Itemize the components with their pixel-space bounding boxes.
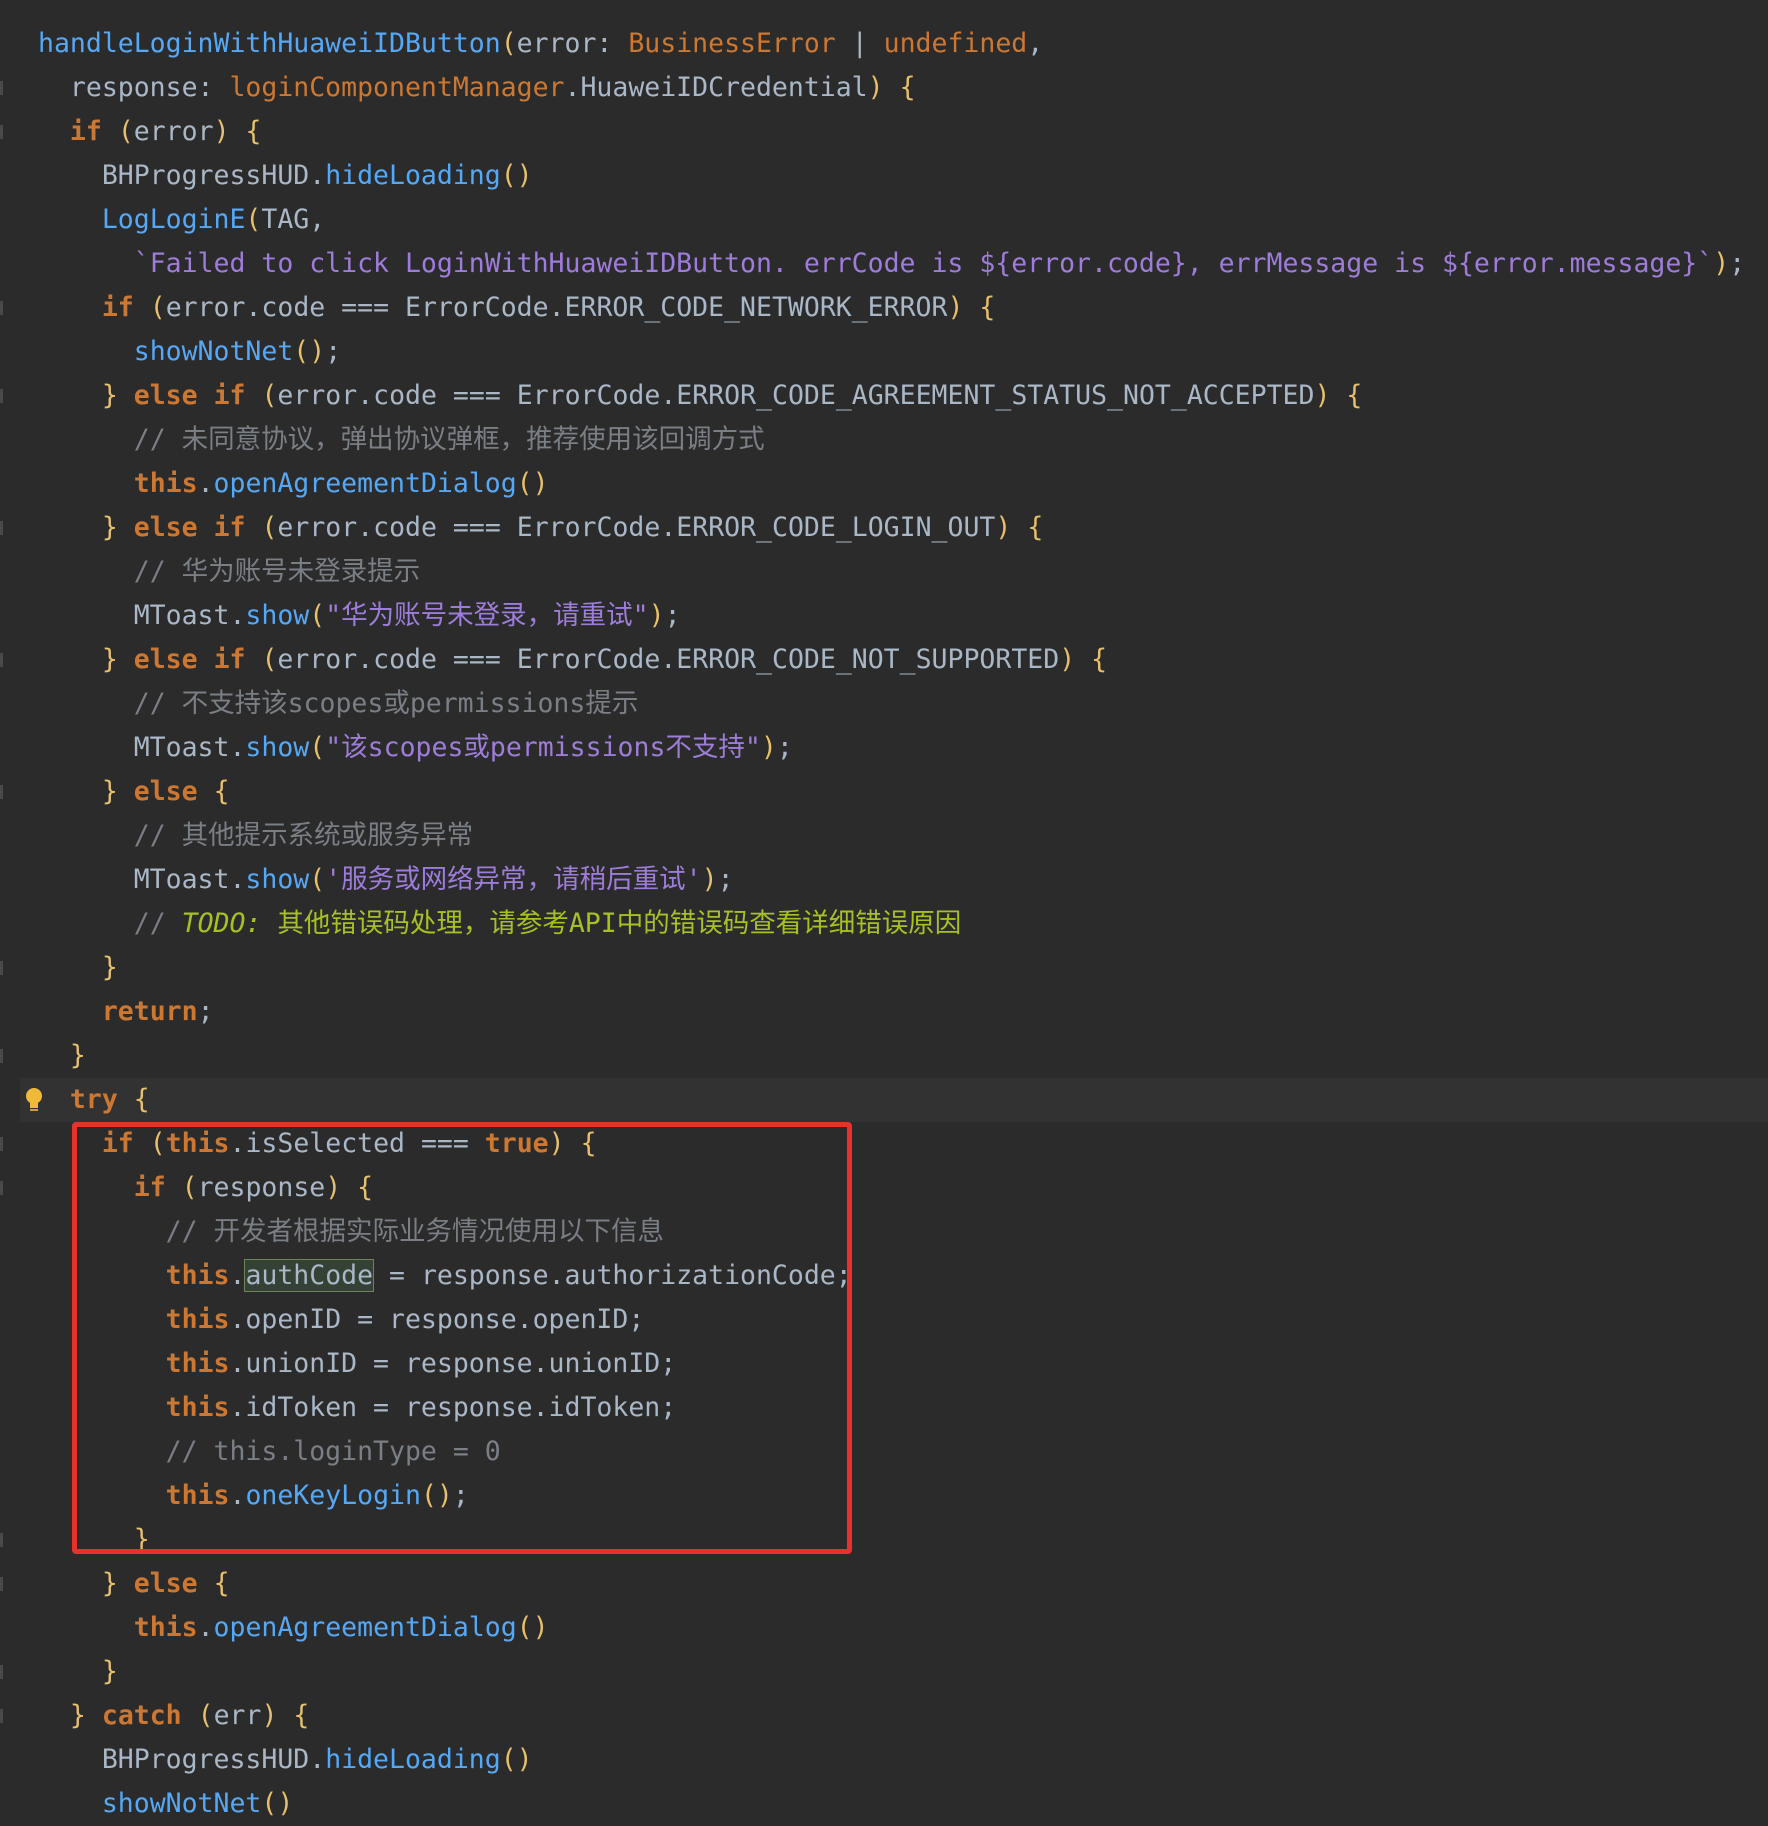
- code-line[interactable]: // 华为账号未登录提示: [38, 550, 1745, 594]
- code-line[interactable]: // 其他提示系统或服务异常: [38, 814, 1745, 858]
- code-line[interactable]: }: [38, 1034, 1745, 1078]
- fold-marker[interactable]: [0, 1181, 3, 1195]
- code-line[interactable]: }: [38, 1518, 1745, 1562]
- fold-marker[interactable]: [0, 389, 3, 403]
- code-line[interactable]: }: [38, 946, 1745, 990]
- fold-marker[interactable]: [0, 81, 3, 95]
- fold-marker[interactable]: [0, 521, 3, 535]
- code-line[interactable]: // TODO: 其他错误码处理，请参考API中的错误码查看详细错误原因: [38, 902, 1745, 946]
- code-line[interactable]: // 不支持该scopes或permissions提示: [38, 682, 1745, 726]
- code-line[interactable]: LogLoginE(TAG,: [38, 198, 1745, 242]
- fold-marker[interactable]: [0, 1577, 3, 1591]
- code-line[interactable]: this.oneKeyLogin();: [38, 1474, 1745, 1518]
- code-line[interactable]: MToast.show('服务或网络异常，请稍后重试');: [38, 858, 1745, 902]
- code-line[interactable]: `Failed to click LoginWithHuaweiIDButton…: [38, 242, 1745, 286]
- code-line[interactable]: handleLoginWithHuaweiIDButton(error: Bus…: [38, 22, 1745, 66]
- code-line[interactable]: } catch (err) {: [38, 1694, 1745, 1738]
- fold-marker[interactable]: [0, 125, 3, 139]
- fold-marker[interactable]: [0, 1665, 3, 1679]
- code-line[interactable]: this.openAgreementDialog(): [38, 462, 1745, 506]
- code-line[interactable]: this.authCode = response.authorizationCo…: [38, 1254, 1745, 1298]
- code-line[interactable]: try {: [38, 1078, 1745, 1122]
- code-line[interactable]: if (this.isSelected === true) {: [38, 1122, 1745, 1166]
- code-line[interactable]: this.openID = response.openID;: [38, 1298, 1745, 1342]
- code-line[interactable]: if (response) {: [38, 1166, 1745, 1210]
- code-line[interactable]: // 开发者根据实际业务情况使用以下信息: [38, 1210, 1745, 1254]
- code-line[interactable]: MToast.show("华为账号未登录，请重试");: [38, 594, 1745, 638]
- code-line[interactable]: if (error.code === ErrorCode.ERROR_CODE_…: [38, 286, 1745, 330]
- code-line[interactable]: } else if (error.code === ErrorCode.ERRO…: [38, 638, 1745, 682]
- code-line[interactable]: showNotNet();: [38, 330, 1745, 374]
- code-line[interactable]: return;: [38, 990, 1745, 1034]
- code-line[interactable]: this.unionID = response.unionID;: [38, 1342, 1745, 1386]
- code-line[interactable]: }: [38, 1650, 1745, 1694]
- code-line[interactable]: } else if (error.code === ErrorCode.ERRO…: [38, 374, 1745, 418]
- code-line[interactable]: MToast.show("该scopes或permissions不支持");: [38, 726, 1745, 770]
- code-line[interactable]: } else {: [38, 1562, 1745, 1606]
- code-line[interactable]: } else {: [38, 770, 1745, 814]
- fold-marker[interactable]: [0, 1533, 3, 1547]
- fold-marker[interactable]: [0, 653, 3, 667]
- fold-marker[interactable]: [0, 1709, 3, 1723]
- code-line[interactable]: if (error) {: [38, 110, 1745, 154]
- fold-marker[interactable]: [0, 785, 3, 799]
- code-line[interactable]: this.idToken = response.idToken;: [38, 1386, 1745, 1430]
- code-line[interactable]: // this.loginType = 0: [38, 1430, 1745, 1474]
- code-content[interactable]: handleLoginWithHuaweiIDButton(error: Bus…: [38, 22, 1745, 1826]
- fold-marker[interactable]: [0, 1049, 3, 1063]
- fold-marker[interactable]: [0, 961, 3, 975]
- editor-gutter[interactable]: [0, 0, 20, 1824]
- code-line[interactable]: // 未同意协议，弹出协议弹框，推荐使用该回调方式: [38, 418, 1745, 462]
- code-line[interactable]: } else if (error.code === ErrorCode.ERRO…: [38, 506, 1745, 550]
- code-line[interactable]: response: loginComponentManager.HuaweiID…: [38, 66, 1745, 110]
- code-editor[interactable]: handleLoginWithHuaweiIDButton(error: Bus…: [0, 0, 1768, 1824]
- code-line[interactable]: this.openAgreementDialog(): [38, 1606, 1745, 1650]
- code-line[interactable]: BHProgressHUD.hideLoading(): [38, 154, 1745, 198]
- code-line[interactable]: BHProgressHUD.hideLoading(): [38, 1738, 1745, 1782]
- code-line[interactable]: showNotNet(): [38, 1782, 1745, 1826]
- fold-marker[interactable]: [0, 1137, 3, 1151]
- fold-marker[interactable]: [0, 301, 3, 315]
